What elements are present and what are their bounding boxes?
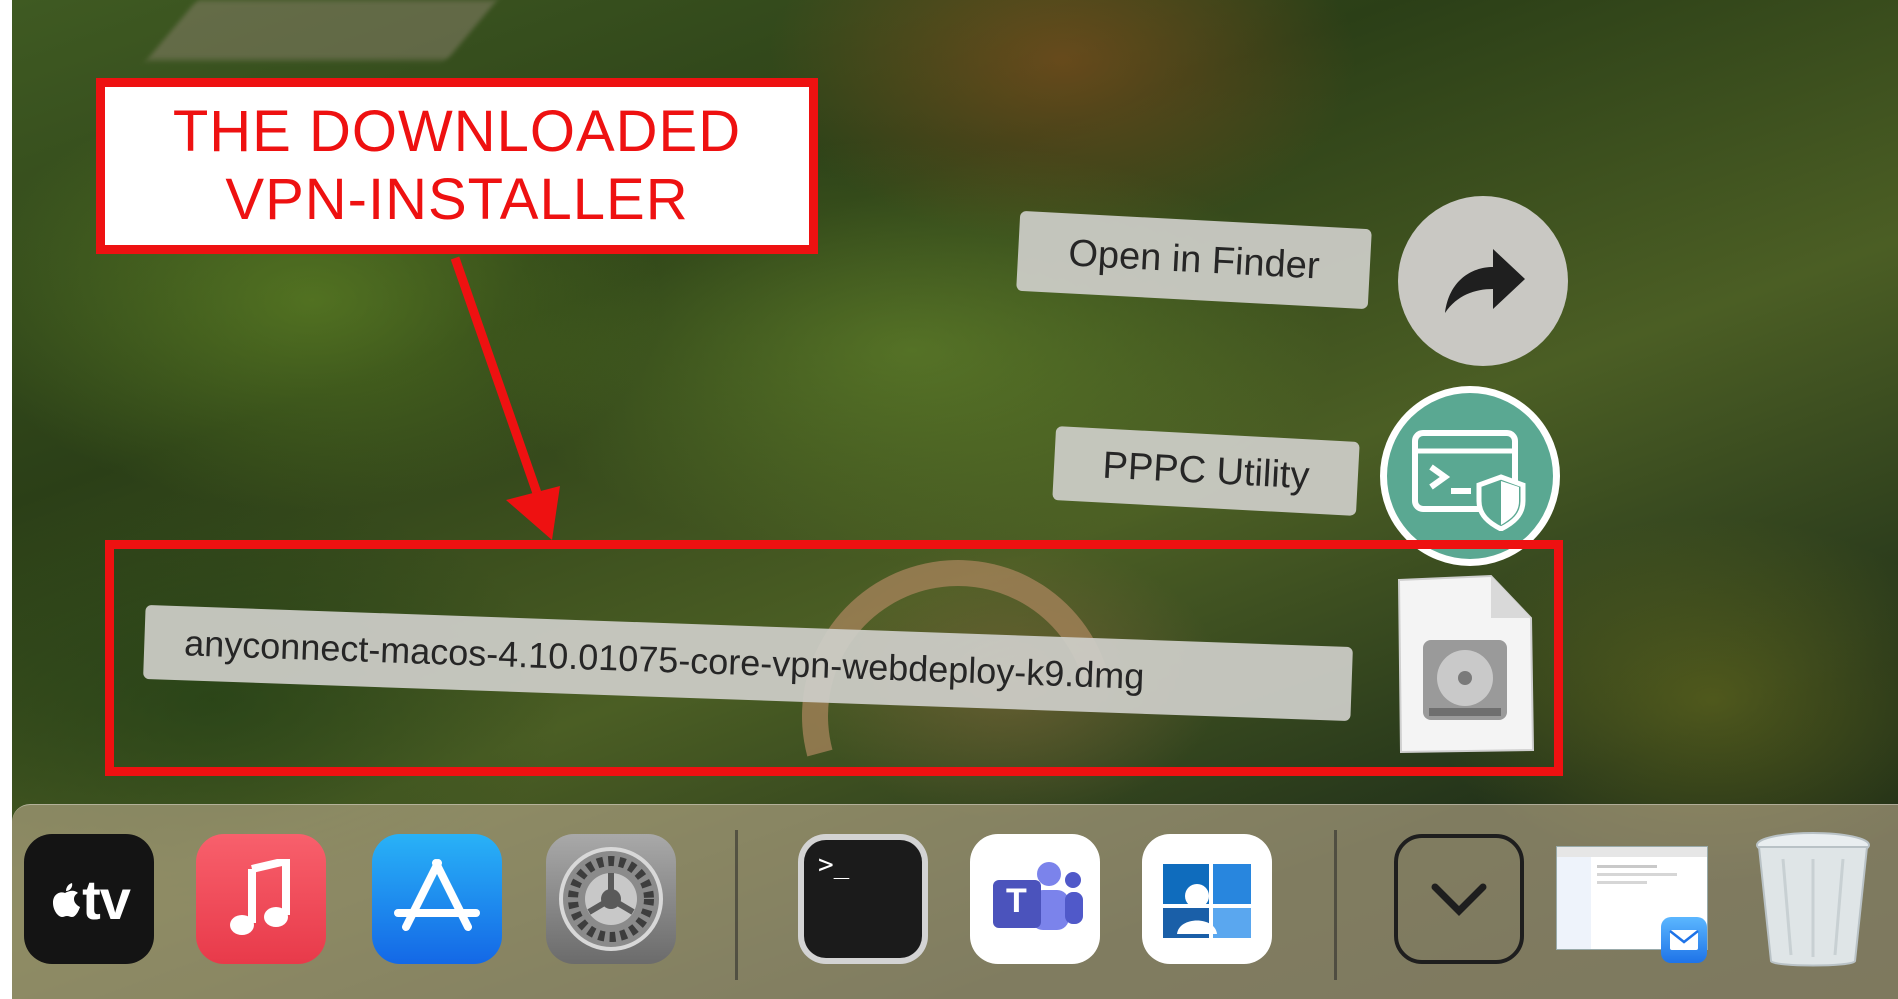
- teams-icon[interactable]: T: [970, 834, 1100, 964]
- gear-icon[interactable]: [546, 834, 676, 964]
- chevron-down-icon[interactable]: [1394, 834, 1524, 964]
- app-store-icon[interactable]: [372, 834, 502, 964]
- thumbnail-line: [1597, 873, 1677, 876]
- thumbnail-line: [1597, 865, 1657, 868]
- annotation-callout: THE DOWNLOADED VPN-INSTALLER: [96, 78, 818, 254]
- pppc-utility-label[interactable]: PPPC Utility: [1052, 426, 1360, 516]
- trash-icon[interactable]: [1748, 832, 1878, 967]
- callout-line-2: VPN-INSTALLER: [225, 167, 689, 232]
- mail-icon: [1661, 917, 1707, 963]
- apple-tv-glyph: tv: [82, 867, 131, 931]
- callout-line-1: THE DOWNLOADED: [172, 99, 742, 164]
- terminal-prompt: >_: [818, 850, 850, 880]
- apple-logo-icon: [53, 883, 81, 917]
- thumbnail-titlebar: [1557, 847, 1707, 857]
- disk-image-icon[interactable]: [1395, 574, 1535, 754]
- pppc-utility-text: PPPC Utility: [1101, 444, 1311, 497]
- mail-window-thumbnail[interactable]: [1556, 846, 1708, 963]
- wallpaper-road-top: [146, 0, 498, 60]
- apple-tv-icon[interactable]: tv: [24, 834, 154, 964]
- terminal-icon[interactable]: >_: [798, 834, 928, 964]
- thumbnail-sidebar: [1557, 857, 1591, 949]
- terminal-shield-icon[interactable]: [1380, 386, 1560, 566]
- teams-letter: T: [1006, 882, 1027, 920]
- open-in-finder-text: Open in Finder: [1067, 231, 1321, 288]
- dock-separator: [735, 830, 738, 980]
- desktop: THE DOWNLOADED VPN-INSTALLER Open in Fin…: [0, 0, 1898, 999]
- remote-desktop-icon[interactable]: [1142, 834, 1272, 964]
- thumbnail-line: [1597, 881, 1647, 884]
- music-note-icon[interactable]: [196, 834, 326, 964]
- share-arrow-icon[interactable]: [1398, 196, 1568, 366]
- terminal-screen: >_: [804, 840, 922, 958]
- dock-separator: [1334, 830, 1337, 980]
